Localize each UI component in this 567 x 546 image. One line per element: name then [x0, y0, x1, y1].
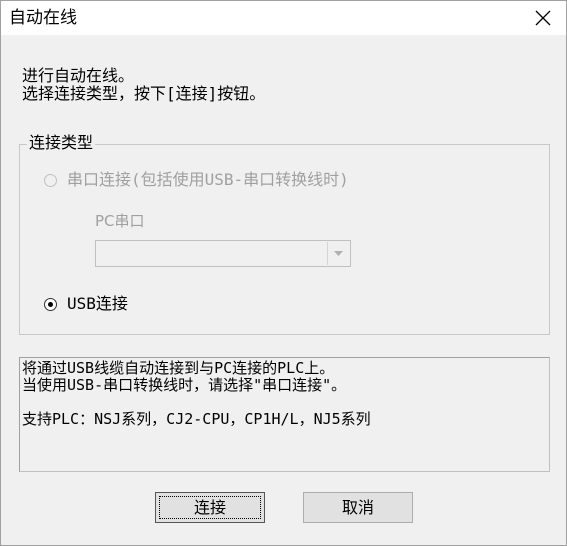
- usb-connection-label: USB连接: [67, 294, 128, 313]
- pc-port-label: PC串口: [95, 212, 145, 230]
- close-button[interactable]: [520, 1, 566, 35]
- close-icon: [535, 10, 551, 26]
- info-line-3: 支持PLC：NSJ系列，CJ2-CPU，CP1H/L，NJ5系列: [22, 410, 371, 428]
- connection-type-group-label: 连接类型: [27, 133, 96, 153]
- chevron-down-icon: [334, 251, 343, 256]
- window-title: 自动在线: [9, 8, 77, 28]
- info-line-2: 当使用USB-串口转换线时，请选择"串口连接"。: [22, 376, 347, 394]
- title-bar: 自动在线: [1, 1, 566, 35]
- connect-button[interactable]: 连接: [155, 492, 265, 523]
- cancel-button[interactable]: 取消: [303, 492, 413, 523]
- cancel-button-label: 取消: [341, 498, 374, 517]
- combo-dropdown-button[interactable]: [327, 242, 349, 265]
- pc-port-select[interactable]: [95, 240, 351, 267]
- info-textbox[interactable]: 将通过USB线缆自动连接到与PC连接的PLC上。 当使用USB-串口转换线时，请…: [19, 357, 550, 472]
- intro-line-1: 进行自动在线。: [22, 66, 135, 85]
- intro-text: 进行自动在线。 选择连接类型，按下[连接]按钮。: [22, 67, 265, 103]
- serial-connection-label: 串口连接(包括使用USB-串口转换线时): [67, 170, 349, 189]
- connect-button-label: 连接: [193, 498, 226, 517]
- info-line-1: 将通过USB线缆自动连接到与PC连接的PLC上。: [22, 359, 335, 377]
- info-text: 将通过USB线缆自动连接到与PC连接的PLC上。 当使用USB-串口转换线时，请…: [22, 360, 371, 428]
- auto-online-dialog: 自动在线 进行自动在线。 选择连接类型，按下[连接]按钮。 连接类型 串口连接(…: [0, 0, 567, 546]
- serial-connection-radio[interactable]: [44, 174, 57, 187]
- intro-line-2: 选择连接类型，按下[连接]按钮。: [22, 84, 266, 103]
- usb-connection-radio[interactable]: [44, 298, 57, 311]
